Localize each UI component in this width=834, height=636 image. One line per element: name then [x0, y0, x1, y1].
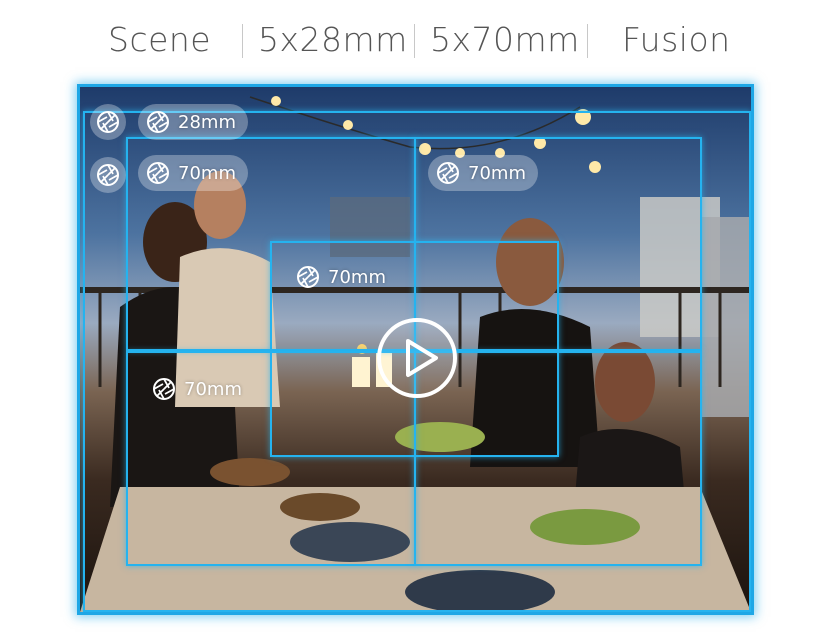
tab-divider: [414, 24, 415, 58]
lens-badge-label: 70mm: [184, 378, 242, 400]
lens-badge-label: 70mm: [178, 162, 236, 184]
tab-divider: [587, 24, 588, 58]
aperture-icon: [147, 162, 169, 184]
aperture-icon: [297, 266, 319, 288]
lens-badge-70mm-center[interactable]: 70mm: [288, 259, 398, 295]
tab-5x28mm[interactable]: 5x28mm: [258, 20, 408, 59]
lens-badge-icon-left[interactable]: [90, 157, 126, 193]
lens-badge-label: 70mm: [468, 162, 526, 184]
tab-fusion[interactable]: Fusion: [622, 20, 731, 59]
lens-mode-tabs: Scene 5x28mm 5x70mm Fusion: [0, 14, 834, 64]
lens-badge-28mm[interactable]: 28mm: [138, 104, 248, 140]
scene-viewport[interactable]: 28mm 70mm 70mm 70mm 70mm: [77, 84, 754, 615]
lens-badge-label: 70mm: [328, 266, 386, 288]
lens-badge-70mm-top-left[interactable]: 70mm: [138, 155, 248, 191]
lens-badge-70mm-bottom-left[interactable]: 70mm: [144, 371, 254, 407]
tab-5x70mm[interactable]: 5x70mm: [430, 20, 580, 59]
tab-divider: [242, 24, 243, 58]
lens-badge-70mm-top-right[interactable]: 70mm: [428, 155, 538, 191]
wide-lens-badge-icon[interactable]: [90, 104, 126, 140]
aperture-icon: [97, 111, 119, 133]
aperture-icon: [97, 164, 119, 186]
play-icon[interactable]: [376, 317, 458, 399]
tab-scene[interactable]: Scene: [108, 20, 211, 59]
aperture-icon: [437, 162, 459, 184]
aperture-icon: [147, 111, 169, 133]
lens-badge-label: 28mm: [178, 111, 236, 133]
aperture-icon: [153, 378, 175, 400]
